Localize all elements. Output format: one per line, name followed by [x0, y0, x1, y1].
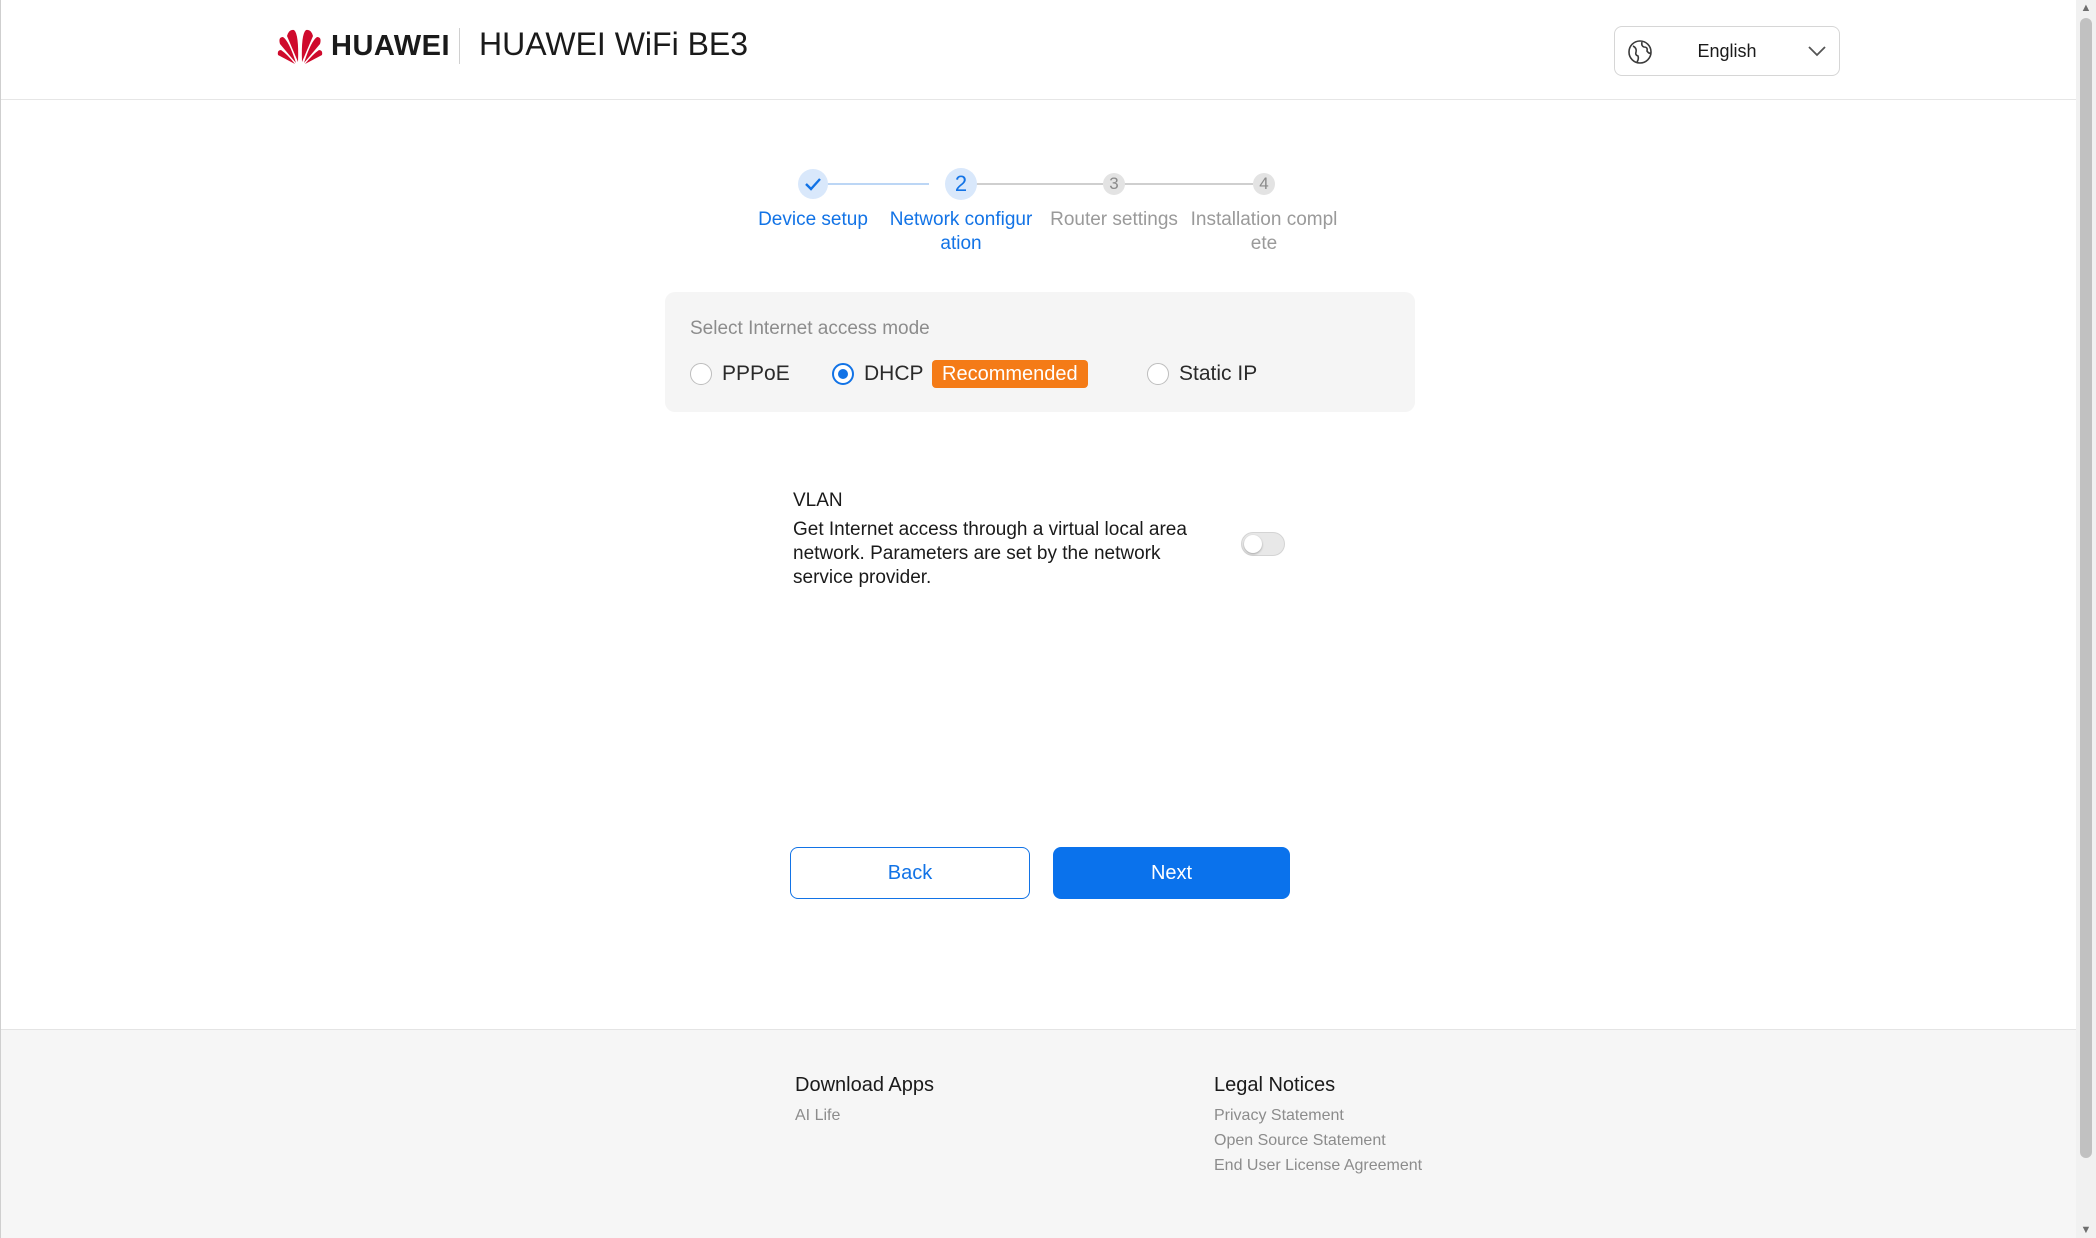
brand-wordmark: HUAWEI	[331, 29, 450, 62]
vlan-toggle[interactable]	[1241, 532, 1285, 556]
next-button[interactable]: Next	[1053, 847, 1290, 899]
step-4-label-line2: ete	[1250, 233, 1278, 254]
huawei-logo-icon	[277, 29, 323, 64]
check-icon	[805, 178, 821, 191]
top-header: HUAWEI HUAWEI WiFi BE3 English	[1, 0, 2076, 100]
vlan-title: VLAN	[793, 490, 843, 511]
step-4-node: 4	[1253, 173, 1275, 195]
radio-pppoe[interactable]: PPPoE	[690, 362, 790, 386]
radio-dhcp-circle[interactable]	[832, 363, 854, 385]
step-3-number: 3	[1109, 174, 1119, 193]
step-3-label-text: Router settings	[1050, 209, 1178, 230]
step-2-label: Network configur ation	[881, 208, 1041, 256]
step-3-node: 3	[1103, 173, 1125, 195]
step-4-label: Installation compl ete	[1184, 208, 1344, 256]
step-1-label-text: Device setup	[758, 209, 868, 230]
step-connector	[813, 183, 929, 185]
footer-legal-notices: Legal Notices Privacy Statement Open Sou…	[1214, 1074, 1422, 1178]
step-2-label-line2: ation	[940, 233, 982, 254]
footer-link-ai-life[interactable]: AI Life	[795, 1103, 934, 1128]
step-2-node: 2	[945, 168, 977, 200]
access-mode-title: Select Internet access mode	[690, 318, 930, 339]
access-mode-panel: Select Internet access mode PPPoE DHCP R…	[665, 292, 1415, 412]
page: HUAWEI HUAWEI WiFi BE3 English 2 3 4 Dev…	[0, 0, 2076, 1238]
chevron-down-icon	[1808, 46, 1826, 57]
header-divider	[459, 28, 460, 64]
vlan-description: Get Internet access through a virtual lo…	[793, 519, 1187, 588]
footer-download-apps: Download Apps AI Life	[795, 1074, 934, 1128]
page-scrollbar[interactable]: ▲ ▼	[2076, 0, 2096, 1238]
step-1-node	[798, 169, 828, 199]
step-1-label: Device setup	[733, 208, 893, 232]
footer-link-privacy[interactable]: Privacy Statement	[1214, 1103, 1422, 1128]
vlan-toggle-knob	[1244, 535, 1262, 553]
radio-static-ip-label: Static IP	[1179, 362, 1258, 385]
step-4-label-line1: Installation compl	[1190, 209, 1338, 230]
step-4-number: 4	[1259, 174, 1269, 193]
step-connector	[1113, 183, 1253, 185]
step-2-label-line1: Network configur	[889, 209, 1033, 230]
step-connector	[961, 183, 1103, 185]
radio-pppoe-circle[interactable]	[690, 363, 712, 385]
footer-download-heading: Download Apps	[795, 1074, 934, 1096]
step-3-label: Router settings	[1034, 208, 1194, 232]
language-label: English	[1697, 41, 1757, 61]
scroll-up-arrow-icon[interactable]: ▲	[2080, 2, 2092, 14]
radio-static-ip[interactable]: Static IP	[1147, 362, 1257, 386]
footer: Download Apps AI Life Legal Notices Priv…	[1, 1029, 2076, 1238]
radio-dhcp[interactable]: DHCP	[832, 362, 924, 386]
radio-static-ip-circle[interactable]	[1147, 363, 1169, 385]
huawei-logo[interactable]: HUAWEI	[277, 26, 450, 66]
radio-pppoe-label: PPPoE	[722, 362, 790, 385]
scrollbar-thumb[interactable]	[2080, 18, 2092, 1158]
language-select[interactable]: English	[1614, 26, 1840, 76]
scroll-down-arrow-icon[interactable]: ▼	[2080, 1224, 2092, 1236]
setup-stepper: 2 3 4 Device setup Network configur atio…	[741, 168, 1341, 268]
recommended-badge: Recommended	[932, 360, 1088, 388]
product-title: HUAWEI WiFi BE3	[479, 26, 749, 62]
footer-link-open-source[interactable]: Open Source Statement	[1214, 1128, 1422, 1153]
footer-link-eula[interactable]: End User License Agreement	[1214, 1153, 1422, 1178]
radio-dhcp-label: DHCP	[864, 362, 924, 385]
footer-legal-heading: Legal Notices	[1214, 1074, 1336, 1096]
step-2-number: 2	[954, 171, 968, 196]
back-button[interactable]: Back	[790, 847, 1030, 899]
